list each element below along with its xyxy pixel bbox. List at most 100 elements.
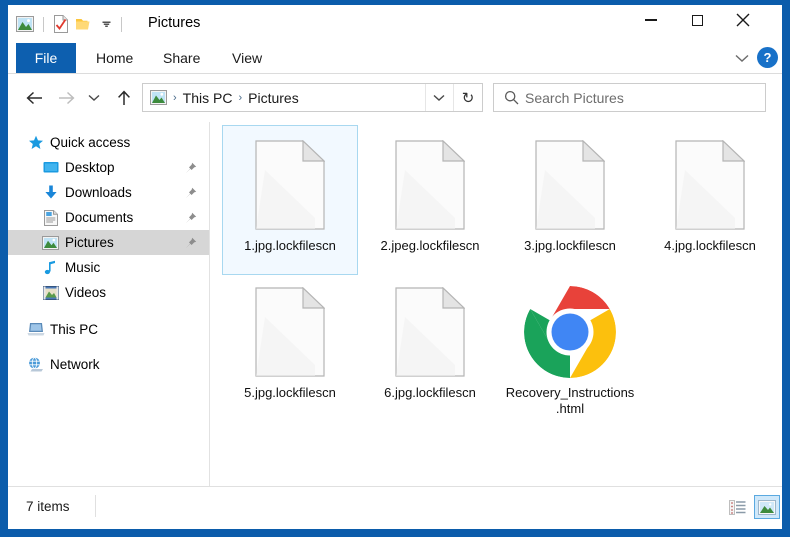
refresh-button[interactable]: ↻ <box>453 84 482 111</box>
back-button[interactable] <box>20 84 48 112</box>
large-icons-view-button[interactable] <box>754 495 780 519</box>
videos-icon <box>41 285 60 300</box>
arrow-up-icon <box>118 90 130 105</box>
up-button[interactable] <box>110 84 138 112</box>
address-dropdown-button[interactable] <box>425 84 452 111</box>
sidebar-label: This PC <box>50 322 99 337</box>
file-name: 3.jpg.lockfilescn <box>524 238 616 253</box>
sidebar-item-documents[interactable]: Documents <box>8 205 209 230</box>
breadcrumb-separator-1: › <box>173 91 177 104</box>
sidebar-item-downloads[interactable]: Downloads <box>8 180 209 205</box>
download-icon <box>41 185 60 200</box>
picture-icon <box>150 90 167 105</box>
file-item[interactable]: Recovery_Instructions.html <box>502 272 638 422</box>
address-input[interactable]: › This PC › Pictures ↻ <box>142 83 483 112</box>
star-icon <box>26 135 45 151</box>
search-icon <box>504 90 519 105</box>
details-view-icon <box>728 499 745 515</box>
desktop-icon <box>41 161 60 175</box>
arrow-right-icon <box>58 91 74 105</box>
sidebar-item-quick-access[interactable]: Quick access <box>8 130 209 155</box>
breadcrumb-separator-2: › <box>238 91 243 104</box>
file-name: 6.jpg.lockfilescn <box>384 385 476 400</box>
minimize-button[interactable] <box>628 5 674 35</box>
large-icons-view-icon <box>758 499 776 515</box>
explorer-window: PCRISK pcrisk.com <box>0 0 790 537</box>
file-name: 4.jpg.lockfilescn <box>664 238 756 253</box>
pin-icon[interactable] <box>185 162 197 174</box>
chevron-down-icon <box>433 94 445 101</box>
sidebar-label: Network <box>50 357 100 372</box>
details-view-button[interactable] <box>724 495 750 519</box>
sidebar-label: Videos <box>65 285 107 300</box>
tab-home[interactable]: Home <box>86 43 143 73</box>
sidebar-label: Pictures <box>65 235 114 250</box>
file-item[interactable]: 1.jpg.lockfilescn <box>222 125 358 275</box>
file-name: 2.jpeg.lockfilescn <box>380 238 480 253</box>
sidebar-item-network[interactable]: Network <box>8 352 209 377</box>
sidebar-item-music[interactable]: Music <box>8 255 209 280</box>
blank-document-icon <box>675 132 745 238</box>
navigation-pane: Quick access Desktop Downloads Documents… <box>8 122 209 486</box>
tab-share[interactable]: Share <box>153 43 210 73</box>
file-name: 1.jpg.lockfilescn <box>244 238 336 253</box>
tab-view[interactable]: View <box>222 43 272 73</box>
window-body: PCRISK pcrisk.com <box>8 5 782 529</box>
file-item[interactable]: 6.jpg.lockfilescn <box>362 272 498 422</box>
minimize-icon <box>645 19 657 21</box>
chrome-icon <box>520 279 620 385</box>
sidebar-label: Downloads <box>65 185 132 200</box>
sidebar-label: Desktop <box>65 160 115 175</box>
sidebar-item-videos[interactable]: Videos <box>8 280 209 305</box>
file-item[interactable]: 3.jpg.lockfilescn <box>502 125 638 275</box>
status-bar: 7 items <box>8 486 782 529</box>
sidebar-item-this-pc[interactable]: This PC <box>8 317 209 342</box>
documents-icon <box>41 209 60 226</box>
breadcrumb-this-pc[interactable]: This PC <box>183 90 233 106</box>
close-icon <box>736 13 750 27</box>
toolbar-separator-2 <box>121 16 122 32</box>
maximize-button[interactable] <box>674 5 720 35</box>
quick-access-toolbar <box>16 12 125 36</box>
picture-icon[interactable] <box>16 16 34 32</box>
chevron-down-icon <box>735 54 749 62</box>
ribbon-collapse-button[interactable] <box>730 46 754 70</box>
blank-document-icon <box>535 132 605 238</box>
pin-icon[interactable] <box>185 187 197 199</box>
picture-icon <box>41 235 60 250</box>
recent-locations-button[interactable] <box>84 84 104 112</box>
forward-button[interactable] <box>52 84 80 112</box>
search-input[interactable]: Search Pictures <box>493 83 766 112</box>
file-item[interactable]: 5.jpg.lockfilescn <box>222 272 358 422</box>
blank-document-icon <box>255 132 325 238</box>
pin-icon[interactable] <box>185 212 197 224</box>
tab-file[interactable]: File <box>16 43 76 73</box>
sidebar-label: Music <box>65 260 101 275</box>
chevron-down-icon <box>88 94 100 101</box>
properties-icon[interactable] <box>53 15 69 33</box>
search-placeholder: Search Pictures <box>525 89 624 106</box>
pin-icon[interactable] <box>185 237 197 249</box>
file-item[interactable]: 4.jpg.lockfilescn <box>642 125 778 275</box>
customize-dropdown-icon[interactable] <box>101 19 112 30</box>
item-count: 7 items <box>26 499 70 514</box>
address-bar-row: › This PC › Pictures ↻ Search Pictures <box>8 74 782 122</box>
help-button[interactable]: ? <box>757 47 778 68</box>
arrow-left-icon <box>26 91 42 105</box>
new-folder-icon[interactable] <box>75 16 92 32</box>
maximize-icon <box>691 14 703 26</box>
breadcrumb-pictures[interactable]: Pictures <box>248 90 299 106</box>
sidebar-item-desktop[interactable]: Desktop <box>8 155 209 180</box>
blank-document-icon <box>395 132 465 238</box>
sidebar-label: Quick access <box>50 135 131 150</box>
sidebar-label: Documents <box>65 210 134 225</box>
title-bar: Pictures <box>8 5 782 43</box>
network-icon <box>26 357 45 372</box>
status-separator <box>95 495 96 517</box>
music-note-icon <box>41 260 60 275</box>
close-button[interactable] <box>720 5 766 35</box>
file-item[interactable]: 2.jpeg.lockfilescn <box>362 125 498 275</box>
blank-document-icon <box>395 279 465 385</box>
sidebar-item-pictures[interactable]: Pictures <box>8 230 209 255</box>
ribbon-tab-bar: File Home Share View ? <box>8 43 782 73</box>
